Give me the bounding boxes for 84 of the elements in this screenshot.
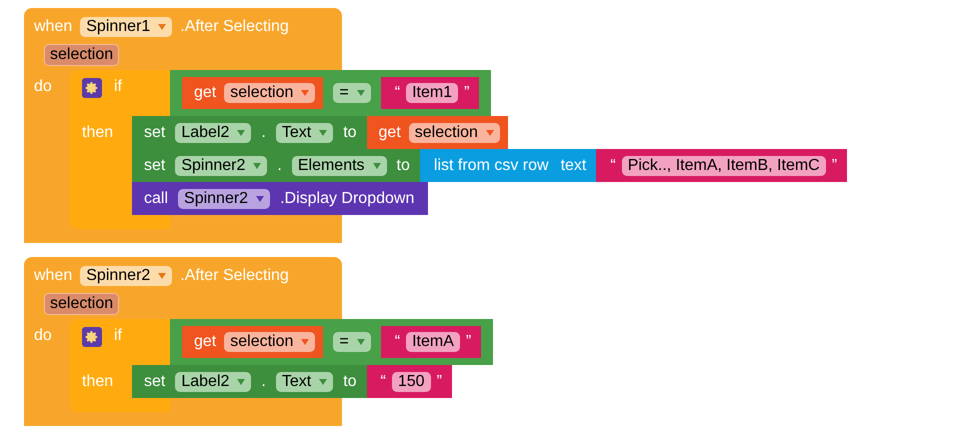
gear-icon[interactable]: [82, 78, 102, 98]
component-dropdown[interactable]: Spinner2: [80, 266, 172, 286]
property-dropdown[interactable]: Elements: [292, 156, 387, 176]
component-dropdown[interactable]: Spinner2: [175, 156, 268, 176]
method-name: .Display Dropdown: [280, 190, 414, 208]
caret-icon[interactable]: [253, 162, 262, 168]
if-block-background[interactable]: [70, 70, 170, 229]
close-quote: ”: [436, 372, 442, 390]
open-quote: “: [380, 372, 386, 390]
component-dropdown[interactable]: Label2: [175, 122, 252, 142]
operator-dropdown[interactable]: =: [333, 332, 371, 352]
block-keyword: do: [33, 326, 53, 345]
caret-icon[interactable]: [372, 162, 381, 168]
block-keyword: then: [82, 124, 114, 141]
parameter-chip[interactable]: selection: [44, 293, 120, 315]
open-quote: “: [610, 156, 616, 174]
compare-block[interactable]: get selection = “ Item1 ”: [170, 70, 492, 116]
text-value-field[interactable]: Pick.., ItemA, ItemB, ItemC: [622, 156, 826, 176]
close-quote: ”: [466, 333, 472, 351]
set-property-block[interactable]: set Label2 . Text to “ 150 ”: [132, 365, 452, 398]
caret-icon[interactable]: [356, 339, 365, 345]
text-block[interactable]: “ 150 ”: [366, 365, 452, 398]
block-keyword: set: [144, 124, 166, 142]
caret-icon[interactable]: [158, 24, 166, 30]
caret-icon[interactable]: [486, 130, 494, 136]
text-value-field[interactable]: 150: [392, 372, 431, 392]
block-keyword: to: [343, 124, 357, 142]
event-name: .After Selecting: [180, 18, 289, 36]
block-keyword: do: [33, 77, 53, 96]
variable-dropdown[interactable]: selection: [224, 332, 316, 352]
get-variable-block[interactable]: get selection: [182, 326, 324, 358]
block-keyword: set: [144, 156, 166, 174]
parameter-chip[interactable]: selection: [44, 44, 120, 66]
get-variable-block[interactable]: get selection: [182, 77, 324, 109]
block-keyword: if: [114, 327, 122, 345]
caret-icon[interactable]: [356, 90, 365, 96]
text-block[interactable]: “ Pick.., ItemA, ItemB, ItemC ”: [596, 149, 848, 182]
caret-icon[interactable]: [301, 90, 310, 96]
block-keyword: get: [194, 84, 216, 102]
block-keyword: get: [194, 333, 216, 351]
block-keyword: to: [396, 156, 410, 174]
property-dropdown[interactable]: Text: [276, 122, 334, 142]
text-block[interactable]: “ ItemA ”: [380, 326, 482, 358]
event-name: .After Selecting: [180, 267, 289, 285]
caret-icon[interactable]: [158, 273, 166, 279]
block-keyword: when: [34, 267, 72, 285]
operator-dropdown[interactable]: =: [333, 83, 371, 103]
block-keyword: set: [144, 372, 166, 390]
open-quote: “: [394, 84, 400, 102]
get-variable-block[interactable]: get selection: [366, 116, 508, 149]
block-keyword: to: [343, 372, 357, 390]
dot-separator: .: [277, 156, 282, 174]
set-property-block[interactable]: set Spinner2 . Elements to list from csv row text “ Pick.., ItemA, ItemB, ItemC ”: [132, 149, 848, 182]
gear-icon[interactable]: [82, 327, 102, 347]
compare-block[interactable]: get selection = “ ItemA ”: [170, 319, 494, 365]
component-dropdown[interactable]: Spinner1: [80, 17, 172, 37]
text-value-field[interactable]: ItemA: [406, 332, 460, 352]
component-dropdown[interactable]: Label2: [175, 372, 252, 392]
dot-separator: .: [261, 124, 266, 142]
block-keyword: call: [144, 190, 168, 208]
block-keyword: get: [378, 124, 401, 142]
close-quote: ”: [464, 84, 470, 102]
block-keyword: if: [114, 78, 122, 96]
block-keyword: when: [34, 18, 72, 36]
call-method-block[interactable]: call Spinner2 .Display Dropdown: [132, 182, 428, 215]
set-property-block[interactable]: set Label2 . Text to get selection: [132, 116, 508, 149]
text-value-field[interactable]: Item1: [406, 83, 458, 103]
variable-dropdown[interactable]: selection: [224, 83, 316, 103]
caret-icon[interactable]: [301, 339, 310, 345]
open-quote: “: [394, 333, 400, 351]
caret-icon[interactable]: [256, 196, 264, 202]
caret-icon[interactable]: [237, 378, 246, 384]
variable-dropdown[interactable]: selection: [408, 122, 500, 142]
caret-icon[interactable]: [319, 378, 328, 384]
dot-separator: .: [261, 372, 266, 390]
block-label: list from csv row: [434, 156, 549, 174]
component-dropdown[interactable]: Spinner2: [178, 188, 270, 208]
caret-icon[interactable]: [319, 130, 328, 136]
close-quote: ”: [832, 156, 838, 174]
caret-icon[interactable]: [237, 130, 246, 136]
block-keyword: then: [82, 373, 114, 390]
text-block[interactable]: “ Item1 ”: [380, 77, 480, 109]
property-dropdown[interactable]: Text: [276, 372, 334, 392]
socket-label: text: [560, 156, 586, 174]
